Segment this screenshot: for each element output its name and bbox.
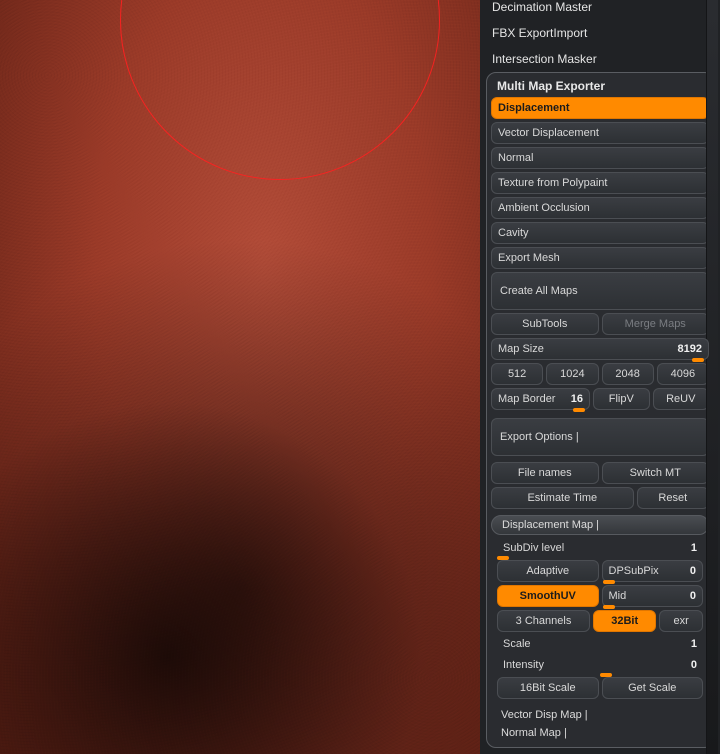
smoothuv-toggle[interactable]: SmoothUV [497,585,599,607]
vector-disp-map-title: Vector Disp Map [501,709,582,721]
brush-outline [120,0,440,180]
reuv-button[interactable]: ReUV [653,388,710,410]
normal-map-title: Normal Map [501,727,561,739]
plugin-decimation-master[interactable]: Decimation Master [480,0,720,20]
file-names-button[interactable]: File names [491,462,599,484]
map-cavity-toggle[interactable]: Cavity [491,222,709,244]
adaptive-toggle[interactable]: Adaptive [497,560,599,582]
panel-scrollbar[interactable] [706,0,718,754]
export-options-button[interactable]: Export Options | [491,418,709,456]
create-all-maps-button[interactable]: Create All Maps [491,272,709,310]
intensity-slider[interactable]: Intensity 0 [497,656,703,674]
map-size-label: Map Size [498,343,678,355]
dpsubpix-value: 0 [690,565,696,577]
estimate-time-button[interactable]: Estimate Time [491,487,634,509]
map-vector-displacement-toggle[interactable]: Vector Displacement [491,122,709,144]
subdiv-label: SubDiv level [503,542,691,554]
plugin-fbx-exportimport[interactable]: FBX ExportImport [480,20,720,46]
exr-toggle[interactable]: exr [659,610,703,632]
map-border-value: 16 [571,393,583,405]
export-options-label: Export Options [500,431,573,443]
get-scale-button[interactable]: Get Scale [602,677,704,699]
plugin-intersection-masker[interactable]: Intersection Masker [480,46,720,72]
size-2048-button[interactable]: 2048 [602,363,654,385]
map-border-label: Map Border [498,393,571,405]
merge-maps-button[interactable]: Merge Maps [602,313,710,335]
vector-disp-map-header[interactable]: Vector Disp Map | [491,707,709,725]
map-displacement-toggle[interactable]: Displacement [491,97,709,119]
subdiv-value: 1 [691,542,697,554]
scale-slider[interactable]: Scale 1 [497,635,703,653]
map-border-slider[interactable]: Map Border 16 [491,388,590,410]
bit32-toggle[interactable]: 32Bit [593,610,656,632]
size-1024-button[interactable]: 1024 [546,363,598,385]
mid-value: 0 [690,590,696,602]
dpsubpix-label: DPSubPix [609,565,690,577]
three-channels-toggle[interactable]: 3 Channels [497,610,590,632]
subdiv-level-slider[interactable]: SubDiv level 1 [497,539,703,557]
displacement-map-header[interactable]: Displacement Map | [491,515,709,535]
subtools-button[interactable]: SubTools [491,313,599,335]
intensity-label: Intensity [503,659,691,671]
dpsubpix-slider[interactable]: DPSubPix 0 [602,560,704,582]
normal-map-header[interactable]: Normal Map | [491,725,709,743]
zplugin-panel: Decimation Master FBX ExportImport Inter… [480,0,720,754]
displacement-map-title: Displacement Map [502,519,593,531]
mme-title[interactable]: Multi Map Exporter [491,77,709,97]
map-size-slider[interactable]: Map Size 8192 [491,338,709,360]
multi-map-exporter-section: Multi Map Exporter Displacement Vector D… [486,72,714,748]
intensity-value: 0 [691,659,697,671]
bit16-scale-button[interactable]: 16Bit Scale [497,677,599,699]
map-size-value: 8192 [678,343,702,355]
mid-slider[interactable]: Mid 0 [602,585,704,607]
map-texture-polypaint-toggle[interactable]: Texture from Polypaint [491,172,709,194]
size-512-button[interactable]: 512 [491,363,543,385]
map-export-mesh-toggle[interactable]: Export Mesh [491,247,709,269]
flipv-button[interactable]: FlipV [593,388,650,410]
size-4096-button[interactable]: 4096 [657,363,709,385]
map-ambient-occlusion-toggle[interactable]: Ambient Occlusion [491,197,709,219]
reset-button[interactable]: Reset [637,487,709,509]
scale-label: Scale [503,638,691,650]
mid-label: Mid [609,590,690,602]
scale-value: 1 [691,638,697,650]
viewport-3d[interactable] [0,0,480,754]
switch-mt-button[interactable]: Switch MT [602,462,710,484]
map-normal-toggle[interactable]: Normal [491,147,709,169]
